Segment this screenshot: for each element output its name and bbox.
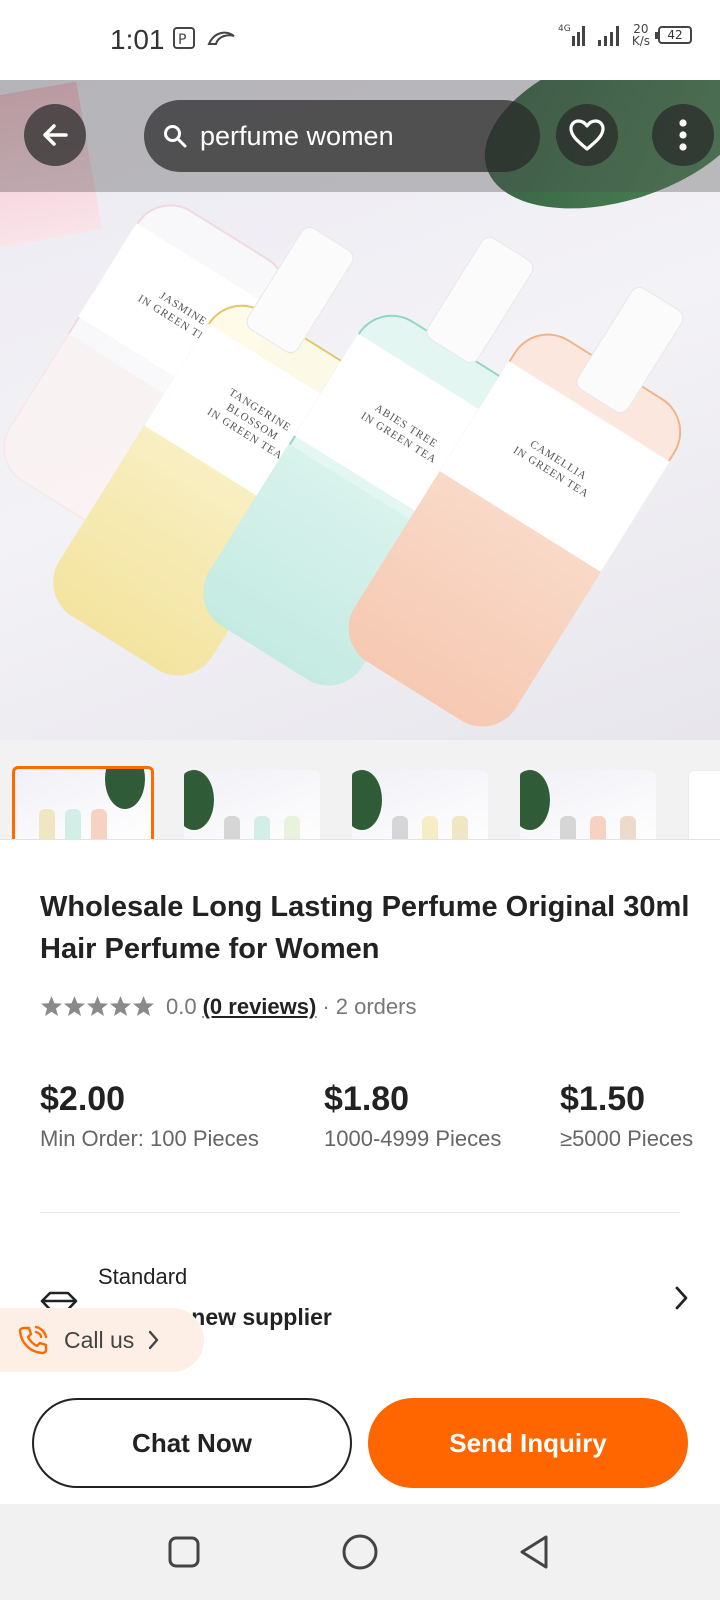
rating-stars xyxy=(40,995,156,1019)
system-nav-bar xyxy=(0,1504,720,1600)
square-icon xyxy=(168,1536,200,1568)
thumbnail-2[interactable] xyxy=(184,770,320,840)
divider xyxy=(0,839,720,840)
thumbnail-5[interactable] xyxy=(688,770,720,840)
orders-count: · 2 orders xyxy=(322,994,417,1019)
thumbnail-bottle xyxy=(39,809,55,840)
network-speed: 20 K/s xyxy=(632,23,650,47)
circle-icon xyxy=(342,1534,378,1570)
triangle-back-icon xyxy=(520,1535,548,1569)
rating-value: 0.0 xyxy=(166,994,197,1019)
price-quantity: 1000-4999 Pieces xyxy=(324,1126,502,1151)
price-quantity: Min Order: 100 Pieces xyxy=(40,1126,259,1151)
thumbnail-bottle xyxy=(392,816,408,840)
thumbnail-bottle xyxy=(224,816,240,840)
product-title: Wholesale Long Lasting Perfume Original … xyxy=(40,891,690,965)
send-inquiry-button[interactable]: Send Inquiry xyxy=(368,1398,688,1488)
status-time: 1:01 xyxy=(110,24,165,55)
chevron-right-icon xyxy=(675,1286,688,1310)
more-vertical-icon xyxy=(679,119,687,151)
chat-now-button[interactable]: Chat Now xyxy=(32,1398,352,1488)
bottle-label-abies: ABIES TREE IN GREEN TEA xyxy=(358,402,440,467)
signal-icon xyxy=(597,26,619,46)
chevron-right-icon xyxy=(149,1330,159,1350)
thumbnail-bottle xyxy=(452,816,468,840)
price-tier: $1.50 ≥5000 Pieces xyxy=(560,1080,720,1152)
star-icons xyxy=(41,996,154,1016)
alibaba-icon xyxy=(206,26,238,55)
back-nav-button[interactable] xyxy=(512,1530,556,1574)
thumbnail-bottle xyxy=(620,816,636,840)
thumbnail-bottle xyxy=(254,816,270,840)
divider xyxy=(40,1212,680,1213)
thumbnail-leaf xyxy=(184,770,214,830)
network-speed-unit: K/s xyxy=(631,34,650,48)
price-tier: $1.80 1000-4999 Pieces xyxy=(324,1080,501,1152)
thumbnail-bottle xyxy=(284,816,300,840)
phone-call-icon xyxy=(18,1325,48,1355)
cellular-4g-icon: 4G xyxy=(558,24,585,46)
thumbnail-3[interactable] xyxy=(352,770,488,840)
thumbnail-4[interactable] xyxy=(520,770,656,840)
price-quantity: ≥5000 Pieces xyxy=(560,1126,694,1151)
notification-app-icon: P xyxy=(172,26,196,55)
favorite-button[interactable] xyxy=(556,104,618,166)
svg-text:P: P xyxy=(178,32,186,48)
thumbnail-bottle xyxy=(590,816,606,840)
status-bar: 1:01 P 4G 20 K/s 42 xyxy=(0,0,720,80)
thumbnail-bottle xyxy=(91,809,107,840)
price-value: $1.50 xyxy=(560,1080,646,1118)
thumbnail-bottle xyxy=(65,809,81,840)
status-indicators: 4G 20 K/s 42 xyxy=(558,22,692,48)
thumbnail-leaf xyxy=(520,770,550,830)
battery-icon: 42 xyxy=(655,26,692,44)
recent-apps-button[interactable] xyxy=(162,1530,206,1574)
search-bar[interactable]: perfume women xyxy=(144,100,540,172)
price-tier: $2.00 Min Order: 100 Pieces xyxy=(40,1080,259,1152)
back-arrow-icon xyxy=(43,124,68,146)
svg-text:4G: 4G xyxy=(558,24,571,34)
thumbnail-1[interactable] xyxy=(12,766,154,840)
thumbnail-leaf xyxy=(352,770,382,830)
call-us-label: Call us xyxy=(64,1326,135,1353)
reviews-link[interactable]: (0 reviews) xyxy=(203,994,317,1020)
rating-row: 0.0 (0 reviews) · 2 orders xyxy=(40,994,416,1020)
bottle-label-camellia: CAMELLIA IN GREEN TEA xyxy=(510,438,592,501)
back-button[interactable] xyxy=(24,104,86,166)
home-button[interactable] xyxy=(338,1530,382,1574)
thumbnail-bottle xyxy=(560,816,576,840)
more-options-button[interactable] xyxy=(652,104,714,166)
call-us-button[interactable]: Call us xyxy=(0,1308,204,1372)
standard-label: Standard xyxy=(98,1264,188,1289)
price-value: $1.80 xyxy=(324,1080,410,1118)
thumbnail-leaf xyxy=(105,769,145,809)
heart-icon xyxy=(569,119,605,151)
search-icon xyxy=(164,125,187,148)
thumbnail-bottle xyxy=(422,816,438,840)
price-value: $2.00 xyxy=(40,1080,126,1118)
search-query: perfume women xyxy=(200,120,394,151)
image-thumbnail-strip xyxy=(0,740,720,840)
